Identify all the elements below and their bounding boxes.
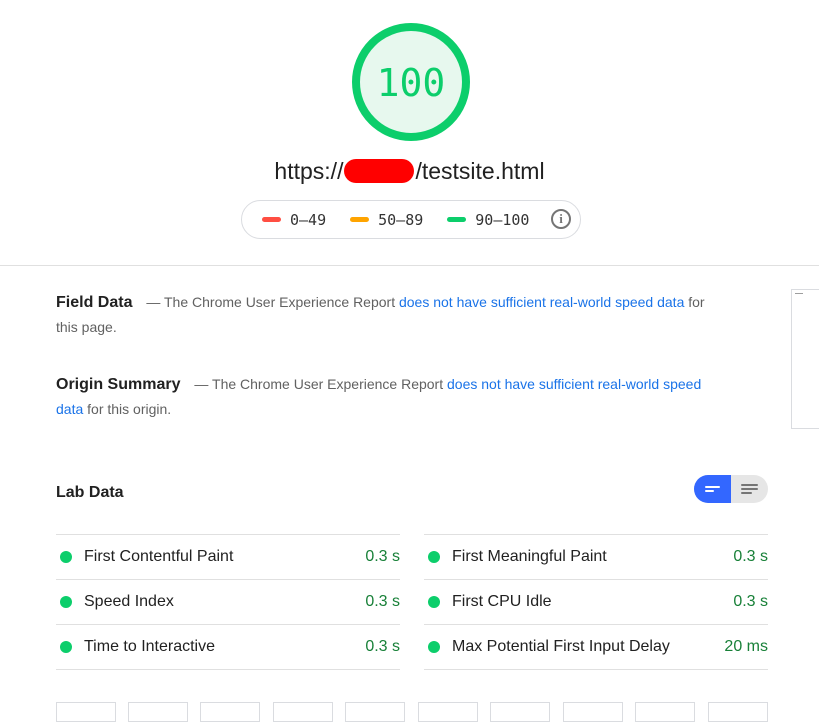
filmstrip-frame [273,702,333,722]
metric-label: First CPU Idle [452,593,552,610]
filmstrip-frame [563,702,623,722]
legend-swatch-orange [350,217,370,222]
list-view-button[interactable] [731,475,768,503]
metric-value: 0.3 s [733,593,768,610]
filmstrip-frame [490,702,550,722]
pass-status-icon [60,596,72,608]
filmstrip-frame [200,702,260,722]
pass-status-icon [428,551,440,563]
performance-score: 100 [376,61,446,105]
url-suffix: /testsite.html [415,158,545,184]
metrics-column-right: First Meaningful Paint 0.3 s First CPU I… [424,534,768,670]
field-data-title: Field Data [56,294,133,311]
metrics-column-left: First Contentful Paint 0.3 s Speed Index… [56,534,400,670]
metric-value: 0.3 s [733,548,768,565]
legend-label: 0–49 [290,210,327,229]
metric-view-toggle[interactable] [694,475,768,503]
filmstrip-frame [345,702,405,722]
metric-value: 0.3 s [365,548,400,565]
metric-first-cpu-idle: First CPU Idle 0.3 s [424,579,768,624]
filmstrip-frame [708,702,768,722]
metric-value: 20 ms [724,638,768,655]
legend-swatch-green [447,217,467,222]
field-data-link[interactable]: does not have sufficient real-world spee… [399,294,684,310]
metric-speed-index: Speed Index 0.3 s [56,579,400,624]
filmstrip-frame [128,702,188,722]
side-panel [791,289,819,429]
pass-status-icon [60,551,72,563]
compact-view-button[interactable] [694,475,731,503]
legend-item-pass: 90–100 [447,211,529,229]
filmstrip-frame [635,702,695,722]
pass-status-icon [428,596,440,608]
filmstrip-frame [56,702,116,722]
url-redaction [344,159,415,183]
lab-data-title: Lab Data [56,484,124,501]
pass-status-icon [60,641,72,653]
tested-url[interactable]: https:// /testsite.html [0,158,819,185]
legend-item-fail: 0–49 [262,211,326,229]
legend-swatch-red [262,217,281,222]
info-icon[interactable]: i [551,209,571,229]
metric-max-potential-fid: Max Potential First Input Delay 20 ms [424,624,768,670]
metric-value: 0.3 s [365,593,400,610]
filmstrip [56,702,768,722]
filmstrip-frame [418,702,478,722]
url-prefix: https:// [274,158,344,184]
metric-value: 0.3 s [365,638,400,655]
metric-label: First Meaningful Paint [452,548,607,565]
header-divider [0,265,819,266]
metric-label: Speed Index [84,593,174,610]
metric-label: Max Potential First Input Delay [452,638,670,655]
metric-time-to-interactive: Time to Interactive 0.3 s [56,624,400,670]
performance-score-gauge: 100 [351,22,471,142]
origin-summary-section: Origin Summary — The Chrome User Experie… [56,372,706,422]
field-data-desc: — The Chrome User Experience Report [146,294,396,310]
field-data-section: Field Data — The Chrome User Experience … [56,290,706,340]
legend-label: 50–89 [378,210,424,229]
legend-label: 90–100 [475,210,530,229]
metric-first-meaningful-paint: First Meaningful Paint 0.3 s [424,534,768,579]
metric-first-contentful-paint: First Contentful Paint 0.3 s [56,534,400,579]
list-view-icon [741,483,758,495]
origin-summary-desc: — The Chrome User Experience Report [194,376,444,392]
pass-status-icon [428,641,440,653]
compact-view-icon [705,485,720,493]
legend-item-average: 50–89 [350,211,423,229]
score-legend: 0–49 50–89 90–100 i [241,200,581,239]
side-panel-mark [795,293,803,294]
origin-summary-title: Origin Summary [56,376,181,393]
metric-label: First Contentful Paint [84,548,234,565]
metric-label: Time to Interactive [84,638,216,655]
origin-summary-desc-suffix: for this origin. [87,401,172,417]
